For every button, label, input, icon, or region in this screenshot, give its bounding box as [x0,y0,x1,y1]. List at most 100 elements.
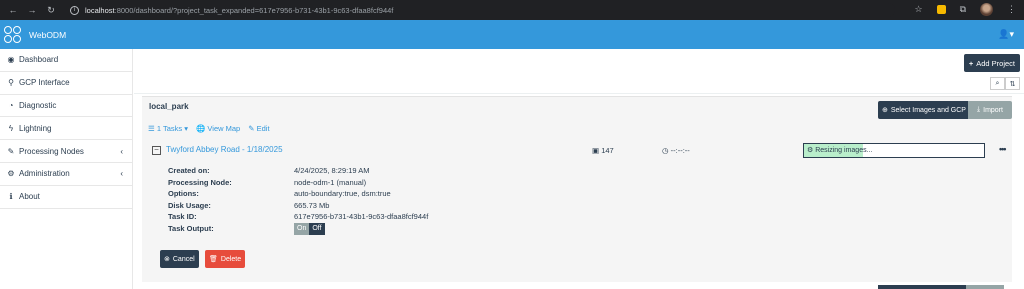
chevron-left-icon: ‹ [120,146,123,156]
task-status-bar: ⚙ Resizing images... [803,143,985,158]
sidebar-item-gcp-interface[interactable]: ⚲ GCP Interface [0,72,132,95]
bolt-icon: ϟ [8,123,14,133]
detail-value: auto-boundary:true, dsm:true [294,189,391,199]
task-row: − Twyford Abbey Road - 1/18/2025 ▣ 147 ◷… [149,142,1007,162]
sidebar-item-about[interactable]: ℹ About [0,186,132,209]
sidebar-item-diagnostic[interactable]: ◔ Diagnostic [0,95,132,118]
detail-key: Disk Usage: [168,200,211,210]
main-content: + Add Project ⌕ ⇅ local_park ⊕ Select Im… [134,49,1024,289]
detail-key: Created on: [168,166,210,175]
url-path: :8000/dashboard/?project_task_expanded=6… [114,5,394,15]
add-project-button[interactable]: + Add Project [963,54,1020,72]
image-count: ▣ 147 [592,146,614,155]
divider [134,93,1024,94]
url-host: localhost [85,5,115,15]
view-map-link[interactable]: 🌐 View Map [196,124,240,133]
info-icon: ℹ [9,192,13,202]
sidebar-item-label: Lightning [19,123,52,133]
next-project-import [966,285,1004,289]
app-navbar: WebODM 👤▾ [0,20,1024,49]
sidebar-item-label: About [19,192,40,202]
sidebar-item-label: Administration [19,169,70,179]
delete-button[interactable]: 🗑 Delete [205,250,246,268]
edit-icon: ✎ [248,124,255,133]
cancel-button[interactable]: ⊗ Cancel [160,250,199,268]
task-details: Created on: 4/24/2025, 8:29:19 AM Proces… [168,166,494,235]
image-count-value: 147 [601,146,614,155]
reload-icon[interactable]: ↻ [46,5,56,16]
app-name[interactable]: WebODM [29,30,66,40]
output-off-button[interactable]: Off [309,222,325,235]
search-icon[interactable]: ⌕ [990,77,1005,90]
chevron-left-icon: ‹ [120,169,123,179]
cancel-label: Cancel [172,255,195,263]
tasks-label: 1 Tasks [156,124,183,133]
clock-icon: ◷ [662,146,669,155]
caret-down-icon: ▾ [184,124,188,133]
image-icon: ▣ [592,146,600,155]
site-info-icon[interactable]: i [70,5,79,15]
detail-key: Processing Node: [168,177,232,187]
detail-key: Task ID: [168,212,197,222]
map-marker-icon: ⚲ [8,78,14,88]
import-icon: ⤓ [977,106,981,113]
import-label: Import [983,106,1003,114]
cancel-icon: ⊗ [164,256,170,263]
address-bar[interactable]: i localhost:8000/dashboard/?project_task… [70,3,895,17]
trash-icon: 🗑 [209,256,218,263]
globe-icon: 🌐 [195,124,206,133]
status-value: Resizing images... [815,147,873,154]
gear-icon: ⚙ [807,147,814,154]
project-actions: ☰ 1 Tasks ▾ 🌐 View Map ✎ Edit [148,124,270,133]
sidebar-item-administration[interactable]: ⚙ Administration ‹ [0,163,132,186]
upload-icon: ⊕ [882,107,888,114]
wrench-icon: ✎ [7,146,15,156]
cogs-icon: ⚙ [7,169,15,179]
add-project-label: Add Project [976,58,1015,68]
sidebar-item-dashboard[interactable]: ◉ Dashboard [0,49,132,72]
elapsed-value: --:--:-- [670,146,690,155]
profile-avatar[interactable] [980,3,993,16]
back-icon[interactable]: ← [8,5,18,16]
task-menu-icon[interactable]: ••• [999,144,1007,154]
task-output-toggle: On Off [294,222,494,235]
sidebar-item-processing-nodes[interactable]: ✎ Processing Nodes ‹ [0,140,132,163]
sidebar: ◉ Dashboard ⚲ GCP Interface ◔ Diagnostic… [0,49,133,289]
detail-value: 665.73 Mb [294,200,330,210]
webodm-logo-icon[interactable] [3,25,23,45]
sidebar-item-label: Dashboard [19,55,59,65]
tasks-dropdown[interactable]: ☰ 1 Tasks ▾ [148,124,188,133]
extension-icon[interactable] [936,5,946,14]
extensions-puzzle-icon[interactable]: ⧉ [960,4,966,15]
project-list-tools: ⌕ ⇅ [990,77,1020,90]
view-map-label: View Map [207,124,241,133]
project-name: local_park [149,102,189,111]
sidebar-item-label: Processing Nodes [19,146,84,156]
bookmark-star-icon[interactable]: ☆ [914,4,922,15]
edit-label: Edit [256,124,270,133]
detail-key: Options: [168,189,199,199]
browser-toolbar: ← → ↻ i localhost:8000/dashboard/?projec… [0,0,1024,20]
delete-label: Delete [220,255,242,263]
forward-icon[interactable]: → [27,5,37,16]
output-on-button[interactable]: On [294,222,310,235]
sort-icon[interactable]: ⇅ [1005,77,1020,90]
collapse-icon[interactable]: − [152,146,161,155]
select-images-button[interactable]: ⊕ Select Images and GCP [878,101,970,119]
pie-chart-icon: ◔ [8,100,14,110]
detail-value: 4/24/2025, 8:29:19 AM [294,166,370,175]
detail-value: node-odm-1 (manual) [294,177,367,187]
task-name[interactable]: Twyford Abbey Road - 1/18/2025 [166,145,283,154]
project-panel: local_park ⊕ Select Images and GCP ⤓ Imp… [142,96,1012,282]
import-button[interactable]: ⤓ Import [968,101,1012,119]
user-menu-icon[interactable]: 👤▾ [998,29,1014,40]
edit-link[interactable]: ✎ Edit [248,124,269,133]
browser-menu-icon[interactable]: ⋮ [1007,4,1016,15]
dashboard-icon: ◉ [7,55,15,65]
list-icon: ☰ [148,124,155,133]
sidebar-item-lightning[interactable]: ϟ Lightning [0,117,132,141]
status-text: ⚙ Resizing images... [807,146,872,154]
elapsed-time: ◷ --:--:-- [662,146,690,155]
sidebar-item-label: GCP Interface [19,78,70,88]
detail-value: 617e7956-b731-43b1-9c63-dfaa8fcf944f [294,212,429,222]
